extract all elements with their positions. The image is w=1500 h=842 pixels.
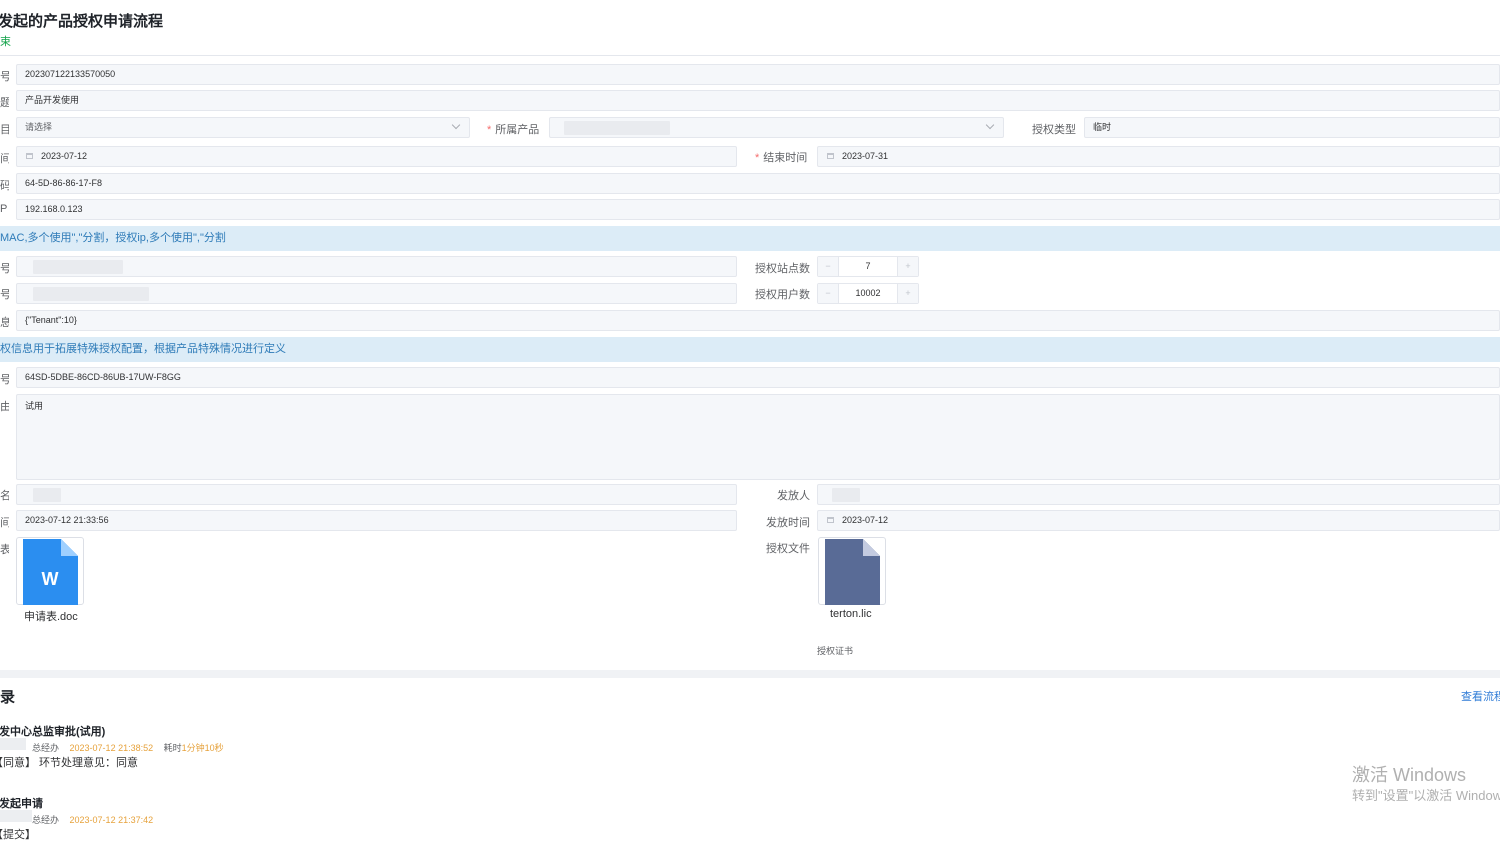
records-title: 录 (0, 689, 16, 706)
label-ip: P (0, 203, 8, 215)
label-project: 目 (0, 124, 9, 136)
redacted-value (0, 738, 26, 750)
label-user-count: 授权用户数 (755, 289, 810, 301)
label-number: 号 (0, 71, 9, 83)
word-file-icon: W (23, 539, 78, 605)
redacted-value (832, 488, 860, 502)
ip-field[interactable]: 192.168.0.123 (16, 199, 1500, 220)
calendar-icon (827, 517, 834, 523)
label-auth-type: 授权类型 (1032, 124, 1076, 136)
start-date-value: 2023-07-12 (41, 151, 88, 161)
label-apply-time: 间 (0, 517, 9, 529)
label-license-key: 号 (0, 374, 9, 386)
redacted-value (564, 121, 670, 135)
info-notice: MAC,多个使用","分割，授权ip,多个使用","分割 (0, 226, 1500, 251)
chevron-down-icon (451, 120, 461, 130)
increase-button[interactable]: + (897, 257, 918, 276)
issue-date-value: 2023-07-12 (842, 515, 889, 525)
title-field[interactable]: 产品开发使用 (16, 90, 1500, 111)
license-file-name[interactable]: terton.lic (830, 608, 872, 620)
record-step-name: 发起申请 (0, 798, 43, 810)
decrease-button[interactable]: − (818, 284, 839, 303)
redacted-field-a[interactable] (16, 256, 737, 277)
application-file-card[interactable]: W (16, 537, 84, 605)
label-reason: 由 (0, 401, 9, 413)
end-date-value: 2023-07-31 (842, 151, 889, 161)
redacted-field-b[interactable] (16, 283, 737, 304)
label-site-count: 授权站点数 (755, 263, 810, 275)
label-issue-time: 发放时间 (766, 517, 810, 529)
label-product: * 所属产品 (487, 124, 540, 136)
decrease-button[interactable]: − (818, 257, 839, 276)
view-flow-link[interactable]: 查看流程 (1461, 688, 1500, 704)
application-file-name[interactable]: 申请表.doc (24, 608, 78, 624)
site-count-value: 7 (865, 261, 871, 271)
apply-time-field[interactable]: 2023-07-12 21:33:56 (16, 510, 737, 531)
license-caption: 授权证书 (817, 646, 854, 656)
reason-textarea[interactable]: 试用 (16, 394, 1500, 480)
label-mac: 码 (0, 180, 9, 192)
label-issuer: 发放人 (777, 490, 810, 502)
user-count-value: 10002 (855, 288, 881, 298)
license-key-field[interactable]: 64SD-5DBE-86CD-86UB-17UW-F8GG (16, 367, 1500, 388)
record-opinion: 【同意】 环节处理意见：同意 (0, 757, 139, 769)
redacted-value (33, 287, 149, 301)
site-count-stepper[interactable]: − 7 + (817, 256, 919, 277)
issuer-field[interactable] (817, 484, 1500, 505)
auth-type-field[interactable]: 临时 (1084, 117, 1500, 138)
label-name: 名 (0, 490, 9, 502)
project-select-placeholder: 请选择 (25, 122, 53, 132)
page-title: 发起的产品授权申请流程 (0, 13, 164, 30)
mac-field[interactable]: 64-5D-86-86-17-F8 (16, 173, 1500, 194)
label-end-time: * 结束时间 (755, 152, 808, 164)
issue-date-picker[interactable]: 2023-07-12 (817, 510, 1500, 531)
increase-button[interactable]: + (897, 284, 918, 303)
calendar-icon (26, 153, 33, 159)
label-application-form: 表 (0, 544, 9, 556)
applicant-field[interactable] (16, 484, 737, 505)
word-file-letter: W (42, 569, 59, 589)
label-start-time: 间 (0, 153, 9, 165)
record-meta: 总经办 2023-07-12 21:37:42 (32, 815, 154, 825)
redacted-value (33, 260, 123, 274)
end-date-picker[interactable]: 2023-07-31 (817, 146, 1500, 167)
redacted-value (0, 810, 32, 822)
label-license-file: 授权文件 (766, 543, 810, 555)
product-select[interactable] (549, 117, 1004, 138)
extra-info-field[interactable]: {"Tenant":10} (16, 310, 1500, 331)
windows-activation-watermark: 激活 Windows (1352, 765, 1467, 785)
record-meta: 总经办 2023-07-12 21:38:52 耗时1分钟10秒 (32, 743, 224, 753)
label-extra-info: 息 (0, 317, 9, 329)
start-date-picker[interactable]: 2023-07-12 (16, 146, 737, 167)
label-title: 题 (0, 97, 9, 109)
license-file-card[interactable] (818, 537, 886, 605)
number-field[interactable]: 202307122133570050 (16, 64, 1500, 85)
divider (0, 55, 1500, 56)
label-row-b: 号 (0, 289, 9, 301)
status-text: 束 (0, 36, 11, 48)
project-select[interactable]: 请选择 (16, 117, 470, 138)
section-divider (0, 670, 1500, 678)
info-notice: 权信息用于拓展特殊授权配置，根据产品特殊情况进行定义 (0, 337, 1500, 362)
calendar-icon (827, 153, 834, 159)
label-row-a: 号 (0, 263, 9, 275)
user-count-stepper[interactable]: − 10002 + (817, 283, 919, 304)
record-step-name: 研发中心总监审批(试用) (0, 726, 106, 738)
license-file-icon (825, 539, 880, 605)
chevron-down-icon (985, 120, 995, 130)
windows-activation-hint: 转到"设置"以激活 Windows。 (1352, 788, 1500, 803)
redacted-value (33, 488, 61, 502)
